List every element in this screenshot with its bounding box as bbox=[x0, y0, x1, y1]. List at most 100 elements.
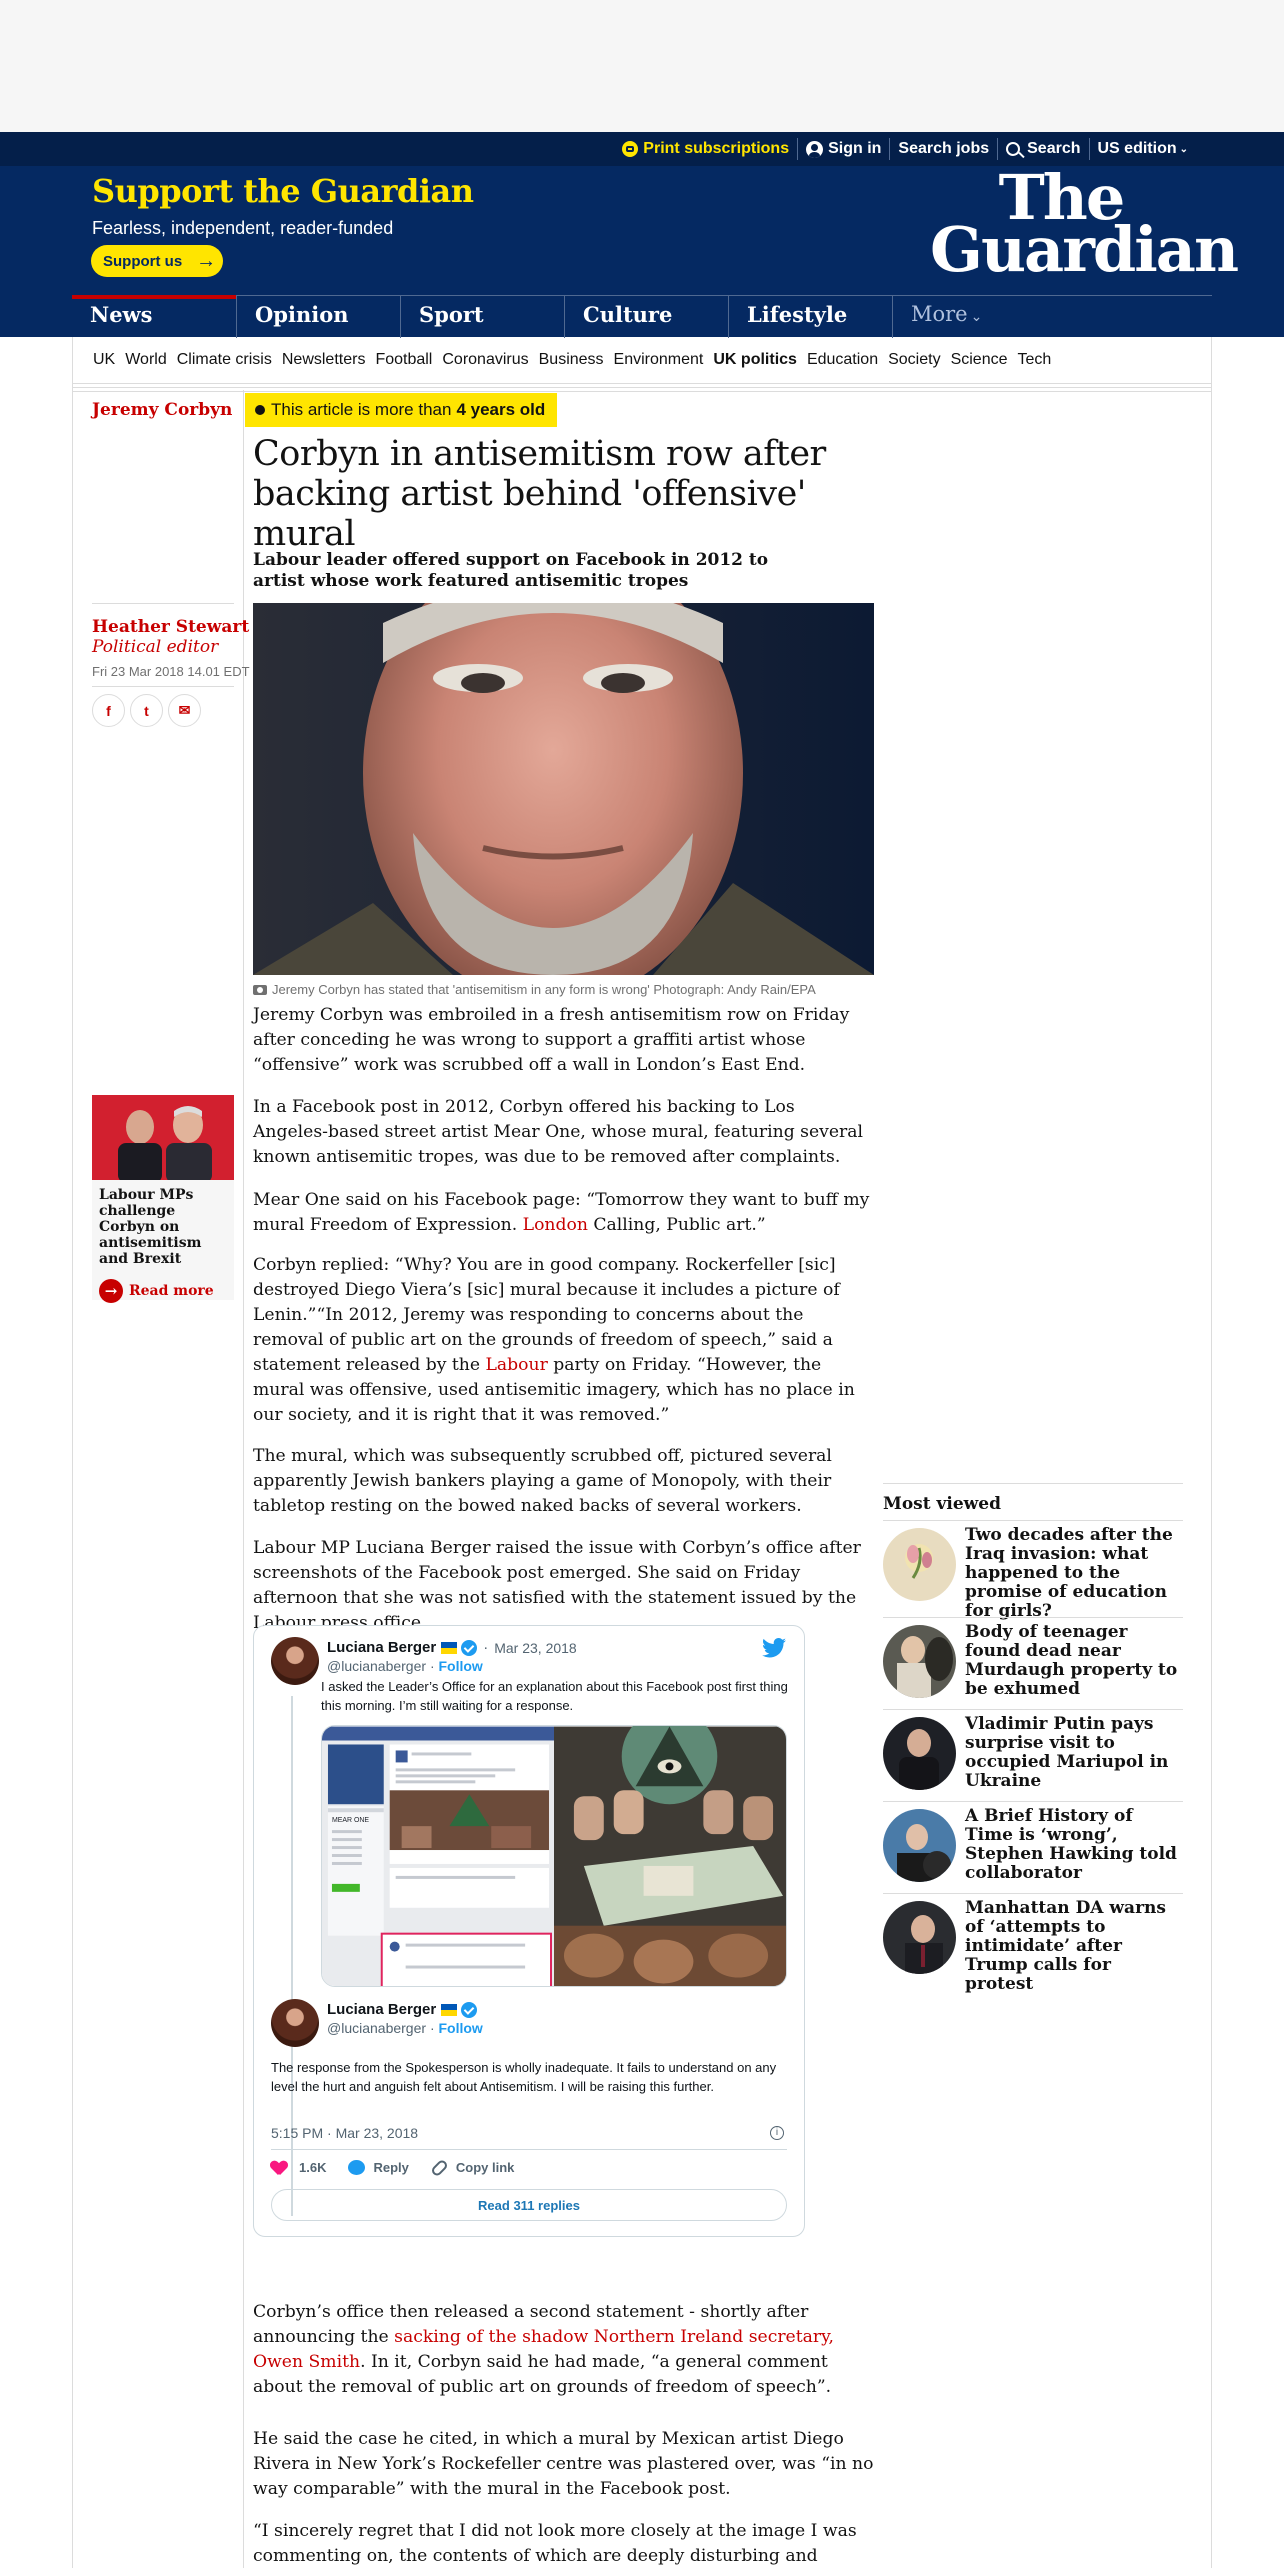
chevron-down-icon: ⌄ bbox=[1179, 143, 1188, 155]
tweet-author-name[interactable]: Luciana Berger bbox=[327, 2001, 478, 2018]
most-viewed-headline: Body of teenager found dead near Murdaug… bbox=[965, 1622, 1178, 1699]
camera-icon bbox=[253, 984, 267, 995]
subnav-item[interactable]: Climate crisis bbox=[177, 351, 272, 369]
article-age-warning: This article is more than 4 years old bbox=[245, 393, 558, 427]
verified-badge-icon bbox=[461, 1639, 478, 1656]
sign-in-link[interactable]: Sign in bbox=[797, 138, 889, 160]
divider bbox=[883, 1483, 1183, 1484]
body-paragraph: Jeremy Corbyn was embroiled in a fresh a… bbox=[253, 1005, 850, 1075]
subnav-item[interactable]: Coronavirus bbox=[442, 351, 528, 369]
byline-author[interactable]: Heather Stewart bbox=[92, 617, 249, 637]
info-icon[interactable]: i bbox=[770, 2126, 784, 2140]
guardian-logo[interactable]: The Guardian bbox=[930, 167, 1239, 281]
subnav-item[interactable]: UK politics bbox=[713, 351, 797, 369]
body-paragraph: Corbyn replied: “Why? You are in good co… bbox=[253, 1255, 855, 1425]
follow-button[interactable]: Follow bbox=[439, 1658, 483, 1674]
onward-link-card[interactable]: Labour MPs challenge Corbyn on antisemit… bbox=[92, 1095, 234, 1303]
most-viewed-item[interactable]: A Brief History of Time is ‘wrong’, Step… bbox=[883, 1801, 1183, 1889]
most-viewed-thumbnail bbox=[883, 1625, 956, 1698]
publish-date: Fri 23 Mar 2018 14.01 EDT bbox=[92, 664, 250, 679]
search-jobs-link[interactable]: Search jobs bbox=[889, 138, 997, 160]
heart-icon bbox=[271, 2161, 287, 2175]
byline-role: Political editor bbox=[92, 637, 219, 657]
subnav-item[interactable]: World bbox=[125, 351, 167, 369]
like-button[interactable]: 1.6K bbox=[271, 2160, 326, 2175]
tweet-date[interactable]: Mar 23, 2018 bbox=[494, 1640, 577, 1656]
search-icon bbox=[1006, 142, 1021, 156]
support-subtitle: Fearless, independent, reader-funded bbox=[92, 218, 394, 238]
tweet-text: I asked the Leader’s Office for an expla… bbox=[321, 1679, 788, 1713]
ad-slot bbox=[0, 0, 1284, 132]
copy-link-button[interactable]: Copy link bbox=[429, 2157, 514, 2178]
frame-border bbox=[1211, 383, 1212, 2568]
labour-link[interactable]: Labour bbox=[486, 1355, 548, 1375]
support-us-button[interactable]: Support us → bbox=[91, 245, 223, 277]
subnav-item[interactable]: UK bbox=[93, 351, 115, 369]
follow-button[interactable]: Follow bbox=[439, 2020, 483, 2036]
avatar[interactable] bbox=[271, 1999, 319, 2047]
section-kicker[interactable]: Jeremy Corbyn bbox=[92, 400, 232, 420]
arrow-right-icon: → bbox=[99, 1279, 123, 1303]
nav-lifestyle[interactable]: Lifestyle bbox=[728, 296, 892, 338]
subnav-item[interactable]: Education bbox=[807, 351, 878, 369]
frame-border bbox=[72, 383, 73, 2568]
most-viewed-thumbnail bbox=[883, 1809, 956, 1882]
subnav-item[interactable]: Football bbox=[375, 351, 432, 369]
read-more-link[interactable]: → Read more bbox=[92, 1267, 234, 1303]
most-viewed-headline: Manhattan DA warns of ‘attempts to intim… bbox=[965, 1898, 1166, 1994]
body-paragraph: Labour MP Luciana Berger raised the issu… bbox=[253, 1538, 861, 1633]
column-divider bbox=[243, 390, 244, 2568]
facebook-share-icon[interactable]: f bbox=[92, 694, 125, 727]
subnav-item[interactable]: Science bbox=[951, 351, 1008, 369]
divider bbox=[72, 387, 1212, 388]
subnav-item[interactable]: Environment bbox=[614, 351, 704, 369]
twitter-share-icon[interactable]: t bbox=[130, 694, 163, 727]
body-paragraph: Corbyn’s office then released a second s… bbox=[253, 2302, 834, 2397]
most-viewed-item[interactable]: Manhattan DA warns of ‘attempts to intim… bbox=[883, 1893, 1183, 1994]
nav-more[interactable]: More ⌄ bbox=[892, 296, 1056, 338]
onward-title: Labour MPs challenge Corbyn on antisemit… bbox=[99, 1187, 202, 1267]
body-paragraph: In a Facebook post in 2012, Corbyn offer… bbox=[253, 1097, 864, 1167]
most-viewed-item[interactable]: Body of teenager found dead near Murdaug… bbox=[883, 1617, 1183, 1705]
arrow-right-icon: → bbox=[196, 249, 217, 272]
london-link[interactable]: London bbox=[523, 1215, 588, 1235]
body-paragraph: He said the case he cited, in which a mu… bbox=[253, 2429, 874, 2499]
subnav-item[interactable]: Tech bbox=[1018, 351, 1052, 369]
tweet-timestamp[interactable]: 5:15 PM · Mar 23, 2018 bbox=[271, 2125, 418, 2141]
ukraine-flag-icon bbox=[441, 2003, 458, 2016]
most-viewed-thumbnail bbox=[883, 1717, 956, 1790]
most-viewed-headline: Two decades after the Iraq invasion: wha… bbox=[965, 1525, 1173, 1621]
print-icon bbox=[622, 141, 639, 157]
email-share-icon[interactable]: ✉ bbox=[168, 694, 201, 727]
subnav-item[interactable]: Newsletters bbox=[282, 351, 366, 369]
twitter-bird-icon[interactable] bbox=[762, 1638, 786, 1658]
tweet-text: The response from the Spokesperson is wh… bbox=[271, 2060, 777, 2094]
most-viewed-item[interactable]: Vladimir Putin pays surprise visit to oc… bbox=[883, 1709, 1183, 1797]
body-paragraph: Mear One said on his Facebook page: “Tom… bbox=[253, 1190, 870, 1235]
tweet-actions: 1.6K Reply Copy link bbox=[271, 2157, 536, 2178]
verified-badge-icon bbox=[461, 2001, 478, 2018]
avatar[interactable] bbox=[271, 1637, 319, 1685]
subnav-item[interactable]: Business bbox=[539, 351, 604, 369]
reply-button[interactable]: Reply bbox=[348, 2160, 409, 2175]
divider bbox=[72, 383, 1212, 384]
tweet-handle[interactable]: @lucianaberger bbox=[327, 2020, 426, 2036]
nav-news[interactable]: News bbox=[72, 295, 236, 338]
nav-sport[interactable]: Sport bbox=[400, 296, 564, 338]
hero-image bbox=[253, 603, 874, 975]
print-subscriptions-link[interactable]: Print subscriptions bbox=[614, 138, 797, 160]
body-paragraph: “I sincerely regret that I did not look … bbox=[253, 2521, 857, 2566]
edition-selector[interactable]: US edition ⌄ bbox=[1088, 138, 1197, 160]
most-viewed-headline: A Brief History of Time is ‘wrong’, Step… bbox=[965, 1806, 1177, 1883]
nav-opinion[interactable]: Opinion bbox=[236, 296, 400, 338]
search-link[interactable]: Search bbox=[997, 138, 1088, 160]
support-title: Support the Guardian bbox=[92, 172, 474, 210]
tweet-handle[interactable]: @lucianaberger bbox=[327, 1658, 426, 1674]
most-viewed-item[interactable]: Two decades after the Iraq invasion: wha… bbox=[883, 1520, 1183, 1621]
tweet-media[interactable]: MEAR ONE bbox=[321, 1725, 787, 1987]
most-viewed-headline: Vladimir Putin pays surprise visit to oc… bbox=[965, 1714, 1169, 1791]
read-replies-button[interactable]: Read 311 replies bbox=[271, 2189, 787, 2221]
tweet-author-name[interactable]: Luciana Berger · Mar 23, 2018 bbox=[327, 1639, 577, 1656]
nav-culture[interactable]: Culture bbox=[564, 296, 728, 338]
subnav-item[interactable]: Society bbox=[888, 351, 940, 369]
